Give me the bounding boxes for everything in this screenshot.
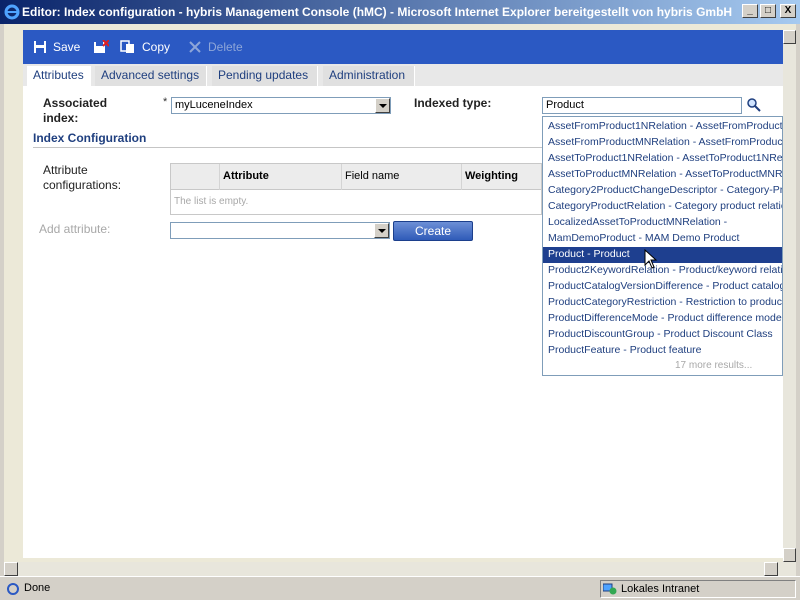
more-results-link[interactable]: 17 more results... — [675, 360, 752, 371]
window-title-bar[interactable]: Editor: Index configuration - hybris Man… — [0, 0, 800, 24]
column-attribute[interactable]: Attribute — [219, 164, 341, 190]
copy-icon — [120, 40, 134, 53]
internet-explorer-icon — [4, 4, 20, 20]
attribute-configurations-label: Attribute configurations: — [43, 163, 122, 192]
list-item[interactable]: ProductDiscountGroup - Product Discount … — [543, 327, 782, 343]
save-button[interactable]: Save — [33, 40, 80, 54]
browser-client-area: Save Copy Delete Attributes Advanced set… — [4, 24, 796, 576]
list-item[interactable]: ProductDifferenceMode - Product differen… — [543, 311, 782, 327]
mouse-cursor-icon — [644, 249, 658, 269]
scroll-up-button[interactable] — [783, 30, 796, 44]
delete-label: Delete — [208, 40, 243, 54]
chevron-down-icon[interactable] — [375, 98, 390, 113]
minimize-button[interactable]: _ — [742, 4, 758, 18]
list-item[interactable]: ProductCatalogVersionDifference - Produc… — [543, 279, 782, 295]
associated-index-value: myLuceneIndex — [175, 99, 253, 111]
add-attribute-label: Add attribute: — [39, 222, 111, 236]
table-header: Attribute Field name Weighting — [171, 164, 541, 190]
list-item[interactable]: AssetToProduct1NRelation - AssetToProduc… — [543, 151, 782, 167]
list-item[interactable]: ProductCategoryRestriction - Restriction… — [543, 295, 782, 311]
tab-pending-updates[interactable]: Pending updates — [212, 66, 318, 86]
list-item[interactable]: CategoryProductRelation - Category produ… — [543, 199, 782, 215]
editor-toolbar: Save Copy Delete — [23, 30, 783, 64]
list-item[interactable]: ProductFeature - Product feature — [543, 343, 782, 359]
editor-tabs: Attributes Advanced settings Pending upd… — [23, 64, 783, 86]
chevron-down-icon[interactable] — [374, 223, 389, 238]
indexed-type-input[interactable]: Product — [542, 97, 742, 114]
tab-administration[interactable]: Administration — [323, 66, 415, 86]
zone-panel: Lokales Intranet — [600, 580, 796, 598]
list-item[interactable]: AssetFromProduct1NRelation - AssetFromPr… — [543, 119, 782, 135]
list-item[interactable]: Product2KeywordRelation - Product/keywor… — [543, 263, 782, 279]
status-bar: Done Lokales Intranet — [0, 576, 800, 600]
list-item[interactable]: MamDemoProduct - MAM Demo Product — [543, 231, 782, 247]
intranet-icon — [603, 583, 617, 595]
associated-index-select[interactable]: myLuceneIndex — [171, 97, 391, 114]
column-weighting[interactable]: Weighting — [461, 164, 541, 190]
create-button[interactable]: Create — [393, 221, 473, 241]
scroll-right-button[interactable] — [764, 562, 778, 576]
copy-button[interactable]: Copy — [120, 40, 170, 54]
maximize-button[interactable]: □ — [760, 4, 776, 18]
required-marker: * — [163, 96, 168, 108]
window-title: Editor: Index configuration - hybris Man… — [22, 5, 733, 19]
copy-label: Copy — [142, 40, 171, 54]
indexed-type-label: Indexed type: — [414, 96, 492, 110]
tab-advanced-settings[interactable]: Advanced settings — [95, 66, 207, 86]
status-text: Done — [24, 582, 51, 594]
section-divider — [33, 147, 543, 148]
vertical-scrollbar[interactable] — [783, 30, 796, 576]
save-and-close-button[interactable] — [93, 40, 109, 54]
editor-content: Save Copy Delete Attributes Advanced set… — [23, 30, 783, 558]
indexed-type-results: AssetFromProduct1NRelation - AssetFromPr… — [542, 116, 783, 376]
page-icon — [7, 583, 19, 595]
empty-list-message: The list is empty. — [174, 196, 249, 207]
column-field-name[interactable]: Field name — [341, 164, 461, 190]
list-item-selected[interactable]: Product - Product — [543, 247, 782, 263]
index-configuration-title: Index Configuration — [33, 131, 147, 145]
list-item[interactable]: AssetFromProductMNRelation - AssetFromPr… — [543, 135, 782, 151]
search-icon[interactable] — [746, 98, 762, 112]
indexed-type-value: Product — [546, 99, 584, 111]
list-item[interactable]: LocalizedAssetToProductMNRelation - — [543, 215, 782, 231]
list-item[interactable]: Category2ProductChangeDescriptor - Categ… — [543, 183, 782, 199]
tab-attributes[interactable]: Attributes — [27, 66, 91, 86]
add-attribute-select[interactable] — [170, 222, 390, 239]
scroll-down-button[interactable] — [783, 548, 796, 562]
save-close-icon — [94, 40, 109, 53]
attribute-configurations-table: Attribute Field name Weighting The list … — [170, 163, 542, 215]
save-icon — [34, 41, 46, 53]
zone-label: Lokales Intranet — [621, 583, 700, 595]
scroll-left-button[interactable] — [4, 562, 18, 576]
horizontal-scrollbar[interactable] — [4, 562, 783, 576]
list-item[interactable]: AssetToProductMNRelation - AssetToProduc… — [543, 167, 782, 183]
associated-index-label: Associated index: — [43, 96, 108, 125]
table-header-select[interactable] — [171, 164, 219, 190]
save-label: Save — [53, 40, 81, 54]
delete-button[interactable]: Delete — [188, 40, 243, 54]
delete-icon — [189, 41, 201, 53]
close-button[interactable]: X — [780, 4, 796, 18]
